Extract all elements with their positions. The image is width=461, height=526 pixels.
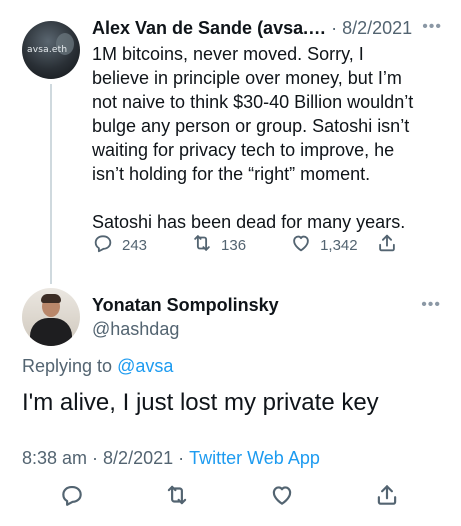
like-button[interactable] [269,482,295,508]
header-separator: · [331,18,338,38]
reply-button[interactable]: 243 [92,232,147,258]
reply-author-names: Yonatan Sompolinsky @hashdag [92,293,279,341]
reply-author-handle[interactable]: @hashdag [92,317,279,341]
replying-to-link[interactable]: @avsa [117,356,173,376]
share-icon [374,485,400,512]
heart-icon [290,232,312,258]
reply-tweet-actions [0,482,461,512]
parent-tweet-date[interactable]: 8/2/2021 [342,16,412,40]
reply-author-name[interactable]: Yonatan Sompolinsky [92,293,279,317]
parent-author-name[interactable]: Alex Van de Sande (avsa.… [92,16,326,40]
avatar-shirt [30,318,72,346]
reply-tweet-text: I'm alive, I just lost my private key [22,389,379,416]
parent-tweet-header: Alex Van de Sande (avsa.… · 8/2/2021 [92,16,442,40]
reply-button[interactable] [59,482,85,508]
avatar-hashdag[interactable] [22,288,80,346]
retweet-button[interactable]: 136 [191,232,246,258]
more-horizontal-icon[interactable]: ••• [421,296,441,314]
thread-line [50,84,52,284]
parent-tweet[interactable]: avsa.eth Alex Van de Sande (avsa.… · 8/2… [0,0,461,285]
replying-to-line: Replying to @avsa [22,356,173,377]
share-button[interactable] [374,482,400,508]
avatar-avsa[interactable]: avsa.eth [22,21,80,79]
retweet-icon [191,232,213,258]
reply-date[interactable]: 8/2/2021 [103,448,173,468]
parent-tweet-actions: 243 136 1,342 [92,232,398,258]
reply-icon [59,486,85,512]
meta-separator: · [178,448,185,468]
reply-count: 243 [122,236,148,254]
reply-icon [92,232,114,258]
more-horizontal-icon[interactable]: ••• [422,18,442,36]
heart-icon [269,486,295,512]
avatar-hair [41,294,61,303]
replying-to-prefix: Replying to [22,356,113,376]
like-button[interactable]: 1,342 [290,232,358,258]
like-count: 1,342 [320,236,358,254]
avatar-label: avsa.eth [27,45,68,55]
reply-tweet-meta: 8:38 am · 8/2/2021 · Twitter Web App [22,448,320,469]
parent-tweet-content: Alex Van de Sande (avsa.… · 8/2/2021 •••… [92,16,442,234]
parent-tweet-text: 1M bitcoins, never moved. Sorry, I belie… [92,44,414,232]
retweet-count: 136 [221,236,247,254]
retweet-icon [164,485,190,512]
reply-time[interactable]: 8:38 am [22,448,87,468]
reply-author-block: Yonatan Sompolinsky @hashdag [22,288,279,346]
retweet-button[interactable] [164,482,190,508]
share-button[interactable] [376,232,398,258]
parent-avatar-column: avsa.eth [22,21,84,79]
meta-separator: · [92,448,99,468]
share-icon [376,232,398,258]
reply-source[interactable]: Twitter Web App [189,448,320,468]
